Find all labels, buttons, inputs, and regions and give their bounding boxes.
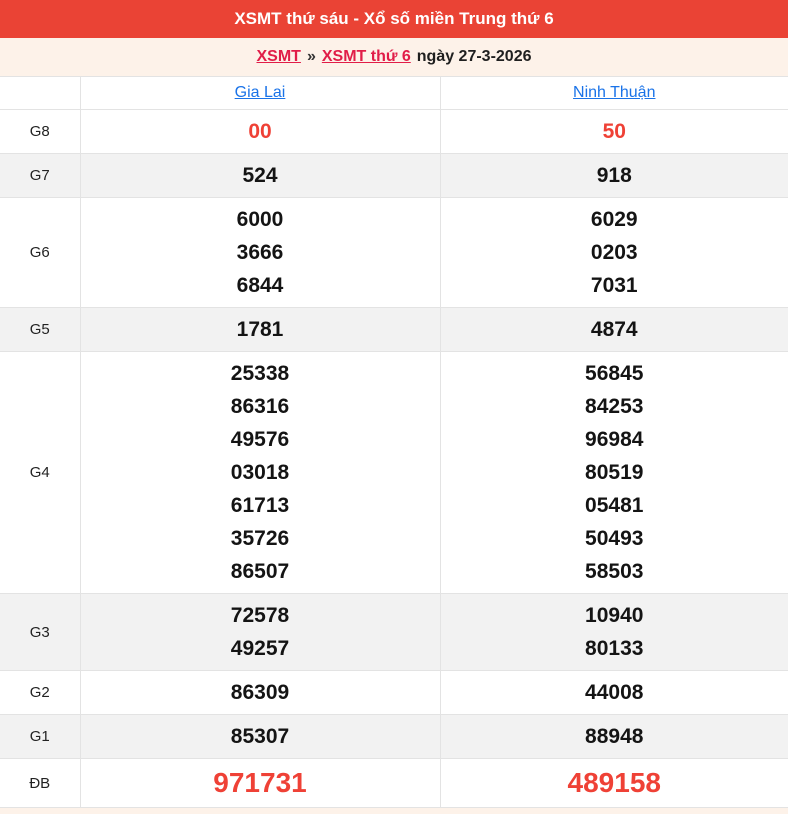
result-cell: 25338 86316 49576 03018 61713 35726 86507 <box>80 351 441 594</box>
column-header-row: Gia Lai Ninh Thuận <box>0 76 788 110</box>
result-number: 85307 <box>230 725 290 748</box>
breadcrumb-link-xsmt[interactable]: XSMT <box>256 48 300 66</box>
prize-row-g6: G6 6000 3666 6844 6029 0203 7031 <box>0 197 788 308</box>
result-number: 50493 <box>585 527 644 550</box>
prize-label: G3 <box>0 593 81 671</box>
page-title: XSMT thứ sáu - Xổ số miền Trung thứ 6 <box>234 9 554 28</box>
result-number: 1781 <box>236 318 284 341</box>
result-number: 3666 <box>236 241 284 264</box>
prize-label: G7 <box>0 153 81 198</box>
result-number: 49257 <box>230 637 290 660</box>
result-number: 72578 <box>230 604 290 627</box>
column-header-gia-lai: Gia Lai <box>80 76 441 110</box>
result-cell: 6000 3666 6844 <box>80 197 441 308</box>
result-number: 6000 <box>236 208 284 231</box>
prize-row-g7: G7 524 918 <box>0 153 788 198</box>
prize-label: G4 <box>0 351 81 594</box>
result-number: 25338 <box>230 362 290 385</box>
result-cell: 971731 <box>80 758 441 808</box>
result-cell: 56845 84253 96984 80519 05481 50493 58503 <box>440 351 788 594</box>
result-cell: 1781 <box>80 307 441 352</box>
breadcrumb-link-xsmt-thu-6[interactable]: XSMT thứ 6 <box>322 48 411 66</box>
breadcrumb-separator: » <box>306 48 316 65</box>
result-number: 84253 <box>585 395 644 418</box>
column-link-gia-lai[interactable]: Gia Lai <box>235 84 286 101</box>
result-number: 00 <box>248 120 272 143</box>
prize-row-g2: G2 86309 44008 <box>0 670 788 715</box>
result-cell: 6029 0203 7031 <box>440 197 788 308</box>
prize-row-g1: G1 85307 88948 <box>0 714 788 759</box>
result-cell: 88948 <box>440 714 788 759</box>
prize-row-g3: G3 72578 49257 10940 80133 <box>0 593 788 671</box>
corner-cell <box>0 76 81 110</box>
prize-label: G2 <box>0 670 81 715</box>
result-number: 49576 <box>230 428 290 451</box>
result-number: 50 <box>602 120 626 143</box>
result-number: 86309 <box>230 681 290 704</box>
result-cell: 489158 <box>440 758 788 808</box>
prize-label: G5 <box>0 307 81 352</box>
result-number: 86316 <box>230 395 290 418</box>
results-table: Gia Lai Ninh Thuận G8 00 50 G7 524 918 G6 6000 3… <box>0 76 788 808</box>
prize-label: G6 <box>0 197 81 308</box>
result-number: 4874 <box>590 318 638 341</box>
result-number: 6844 <box>236 274 284 297</box>
result-number: 489158 <box>567 767 661 798</box>
result-cell: 86309 <box>80 670 441 715</box>
result-number: 96984 <box>585 428 644 451</box>
breadcrumb: XSMT » XSMT thứ 6 ngày 27-3-2026 <box>0 38 788 76</box>
result-number: 10940 <box>585 604 644 627</box>
result-cell: 524 <box>80 153 441 198</box>
result-number: 524 <box>242 164 278 187</box>
prize-row-đb: ĐB 971731 489158 <box>0 758 788 808</box>
result-number: 80519 <box>585 461 644 484</box>
result-number: 86507 <box>230 560 290 583</box>
result-number: 03018 <box>230 461 290 484</box>
prize-label: G8 <box>0 109 81 154</box>
result-number: 61713 <box>230 494 290 517</box>
result-cell: 72578 49257 <box>80 593 441 671</box>
result-cell: 00 <box>80 109 441 154</box>
result-number: 7031 <box>590 274 638 297</box>
result-number: 6029 <box>590 208 638 231</box>
column-link-ninh-thuan[interactable]: Ninh Thuận <box>573 84 655 101</box>
result-cell: 85307 <box>80 714 441 759</box>
prize-row-g8: G8 00 50 <box>0 109 788 154</box>
result-number: 56845 <box>585 362 644 385</box>
page-titlebar: XSMT thứ sáu - Xổ số miền Trung thứ 6 <box>0 0 788 38</box>
column-header-ninh-thuan: Ninh Thuận <box>440 76 788 110</box>
prize-label: G1 <box>0 714 81 759</box>
prize-row-g4: G4 25338 86316 49576 03018 61713 35726 86507 568… <box>0 351 788 594</box>
result-cell: 918 <box>440 153 788 198</box>
result-cell: 44008 <box>440 670 788 715</box>
breadcrumb-date: ngày 27-3-2026 <box>416 48 532 65</box>
result-number: 35726 <box>230 527 290 550</box>
result-number: 918 <box>596 164 632 187</box>
prize-label: ĐB <box>0 758 81 808</box>
result-number: 0203 <box>590 241 638 264</box>
prize-row-g5: G5 1781 4874 <box>0 307 788 352</box>
result-number: 971731 <box>213 767 307 798</box>
result-number: 58503 <box>585 560 644 583</box>
result-number: 88948 <box>585 725 644 748</box>
result-number: 05481 <box>585 494 644 517</box>
result-cell: 10940 80133 <box>440 593 788 671</box>
result-cell: 4874 <box>440 307 788 352</box>
result-number: 80133 <box>585 637 644 660</box>
result-number: 44008 <box>585 681 644 704</box>
result-cell: 50 <box>440 109 788 154</box>
